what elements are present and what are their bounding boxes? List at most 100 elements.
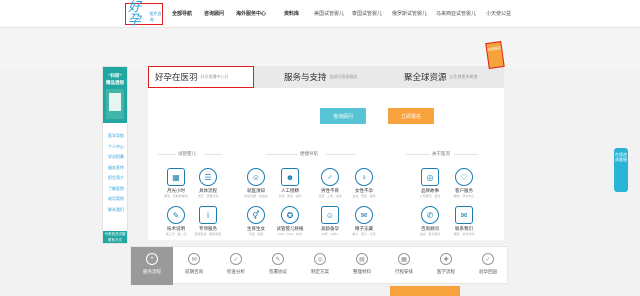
service-sublabel: 在线 · 官方顾问 — [419, 232, 441, 236]
tab-title: 服务与支持 — [284, 72, 327, 82]
calendar-icon: ▦ — [398, 253, 410, 265]
sidebar-link[interactable]: 医学导航 — [105, 131, 127, 142]
chat-icon: ✉ — [188, 253, 200, 265]
process-step[interactable]: ✉ 前期咨询 — [173, 247, 215, 285]
service-item[interactable]: ✆ 咨询顾问 在线 · 官方顾问 — [414, 206, 446, 236]
process-step[interactable]: ◎ 制定方案 — [299, 247, 341, 285]
service-item[interactable]: ☰ 具体流程 当天 · 流程方法 — [192, 168, 224, 198]
contact-icon: ✉ — [455, 206, 473, 224]
nav-item[interactable]: 咨询顾问 — [204, 10, 236, 17]
service-sublabel: 精子 · 卵子 · 冷冻 — [352, 232, 376, 236]
service-item[interactable]: ✉ 联系我们 服务 · 合作伙伴 — [448, 206, 480, 236]
nav-item[interactable]: 马来西亚试管婴儿 — [436, 10, 486, 17]
site-header: 好孕 医疗咨询 全部导航 咨询顾问 海外服务中心 资料库 美国试管婴儿 泰国试管婴儿 俄罗斯… — [0, 0, 640, 28]
service-sublabel: 可选 · 性别 — [248, 232, 264, 236]
service-item[interactable]: ♡ 客户服务 服务 · 评价中心 — [448, 168, 480, 198]
tab-subtitle: 让生育更多希望 — [449, 74, 478, 79]
process-step[interactable]: ▦ 行程安排 — [383, 247, 425, 285]
service-item[interactable]: ☺ 高龄备孕 40岁 · 45岁+ — [314, 206, 346, 236]
sidebar-link[interactable]: 成功案例 — [105, 194, 127, 205]
divider — [326, 154, 356, 155]
process-step[interactable]: ✎ 签署协议 — [257, 247, 299, 285]
service-item[interactable]: ☻ 人工授精 女性 · 男性 · 进阶 — [274, 168, 306, 198]
service-item[interactable]: ✉ 精子冻藏 精子 · 卵子 · 冷冻 — [348, 206, 380, 236]
nav-item[interactable]: 美国试管婴儿 — [314, 10, 352, 17]
nav-item[interactable]: 资料库 — [284, 10, 314, 17]
tab-subtitle: 好孕直播中心开 — [200, 74, 229, 79]
plus-circle-icon: + — [146, 253, 158, 265]
tab-service-support[interactable]: 服务与支持 由顾问直接服务 — [278, 66, 388, 88]
heart-icon: ♡ — [455, 168, 473, 186]
service-item[interactable]: i 专项服务 费用包含 · 服务项目 — [192, 206, 224, 236]
service-item[interactable]: ☺ 就医须知 常见问题 · 办签名 — [240, 168, 272, 198]
person-icon: ♂ — [321, 168, 339, 186]
service-sublabel: 服务 · 评价中心 — [453, 194, 475, 198]
group-title-ivf: 试管婴儿 — [178, 151, 196, 156]
sidebar-banner-line2: 精品透视 — [106, 80, 124, 85]
service-item[interactable]: ♀ 女性不孕 女性 · 男性 · 进阶 — [348, 168, 380, 198]
nav-item[interactable]: 全部导航 — [172, 10, 204, 17]
sidebar-link[interactable]: 学员招募 — [105, 152, 127, 163]
elder-icon: ☺ — [321, 206, 339, 224]
left-sidebar: “科研” 精品透视 医学导航 个人中心 学员招募 服务宣传 招生简介 了解医院 成功案例 联系… — [102, 66, 128, 244]
group-title-about: 关于医羽 — [432, 151, 450, 156]
service-sublabel: 常见问题 · 办签名 — [244, 194, 268, 198]
globe-icon: ◎ — [421, 168, 439, 186]
sidebar-link[interactable]: 联系我们 — [105, 205, 127, 216]
service-item[interactable]: ✪ 试管婴儿移植 PGD · PGS · 技术 — [274, 206, 306, 236]
process-step-label: 医学流程 — [437, 269, 455, 274]
process-step[interactable]: ✓ 验孕回国 — [467, 247, 509, 285]
process-step-label: 行程安排 — [395, 269, 413, 274]
process-step-label: 前期咨询 — [185, 269, 203, 274]
sidebar-link[interactable]: 服务宣传 — [105, 163, 127, 174]
nav-item[interactable]: 小天使公益 — [486, 10, 516, 17]
service-sublabel: 当天 · 流程方法 — [197, 194, 219, 198]
process-bar: + 服务流程 ✉ 前期咨询 ✓ 检查分析 ✎ 签署协议 ◎ 制定方案 ▤ 整理材料 ▦ 行程安排 ✚ 医学流程… — [130, 246, 509, 285]
sidebar-link[interactable]: 招生简介 — [105, 173, 127, 184]
process-step[interactable]: + 服务流程 — [131, 247, 173, 285]
service-item[interactable]: ♂ 男性不育 北京 · 上海 · 深圳 — [314, 168, 346, 198]
book-icon — [106, 89, 124, 119]
sidebar-link[interactable]: 个人中心 — [105, 142, 127, 153]
service-sublabel: PGD · PGS · 技术 — [277, 232, 303, 236]
service-sublabel: 40岁 · 45岁+ — [321, 232, 339, 236]
service-item[interactable]: ▦ 月光小时 服务 · 定制新体验 — [160, 168, 192, 198]
tab-haoyun[interactable]: 好孕在医羽 好孕直播中心开 — [148, 66, 254, 88]
main-nav: 全部导航 咨询顾问 海外服务中心 资料库 美国试管婴儿 泰国试管婴儿 俄罗斯试管婴儿 马来西亚… — [172, 10, 516, 17]
sidebar-links: 医学导航 个人中心 学员招募 服务宣传 招生简介 了解医院 成功案例 联系我们 — [105, 131, 127, 215]
site-logo[interactable]: 好孕 医疗咨询 — [125, 1, 163, 27]
tab-title: 聚全球资源 — [404, 72, 447, 82]
sidebar-footer[interactable]: 马来西亚试管联系方式 — [103, 231, 127, 243]
service-item[interactable]: ◎ 品牌故事 公司概况 · 官方 — [414, 168, 446, 198]
process-step-label: 验孕回国 — [479, 269, 497, 274]
hero-band — [0, 28, 640, 68]
process-step[interactable]: ▤ 整理材料 — [341, 247, 383, 285]
apply-button[interactable]: 立即报名 — [388, 108, 434, 124]
process-step[interactable]: ✚ 医学流程 — [425, 247, 467, 285]
divider — [158, 154, 176, 155]
tab-global-resources[interactable]: 聚全球资源 让生育更多希望 — [398, 66, 504, 88]
service-sublabel: 第三代 · 第二代 — [165, 232, 187, 236]
service-item[interactable]: ✎ 技术说明 第三代 · 第二代 — [160, 206, 192, 236]
sidebar-banner[interactable]: “科研” 精品透视 — [103, 67, 127, 123]
calculator-icon: ▦ — [167, 168, 185, 186]
process-step[interactable]: ✓ 检查分析 — [215, 247, 257, 285]
service-sublabel: 公司概况 · 官方 — [419, 194, 441, 198]
divider — [266, 154, 298, 155]
service-sublabel: 服务 · 定制新体验 — [164, 194, 188, 198]
nav-item[interactable]: 俄罗斯试管婴儿 — [392, 10, 436, 17]
online-consult-tab[interactable]: 在线咨询客服 — [614, 148, 628, 192]
consult-button[interactable]: 咨询顾问 — [320, 108, 366, 124]
sidebar-banner-line1: “科研” — [108, 73, 122, 78]
service-sublabel: 女性 · 男性 · 进阶 — [278, 194, 302, 198]
nav-item[interactable]: 泰国试管婴儿 — [352, 10, 392, 17]
clipboard-icon: ☰ — [199, 168, 217, 186]
pen-icon: ✎ — [167, 206, 185, 224]
sidebar-link[interactable]: 了解医院 — [105, 184, 127, 195]
service-sublabel: 费用包含 · 服务项目 — [194, 232, 222, 236]
signup-note[interactable]: 试管报名 — [485, 41, 505, 69]
nav-item[interactable]: 海外服务中心 — [236, 10, 284, 17]
info-icon: i — [199, 206, 217, 224]
service-item[interactable]: ⚥ 生育生女 可选 · 性别 — [240, 206, 272, 236]
check-circle-icon: ✓ — [482, 253, 494, 265]
